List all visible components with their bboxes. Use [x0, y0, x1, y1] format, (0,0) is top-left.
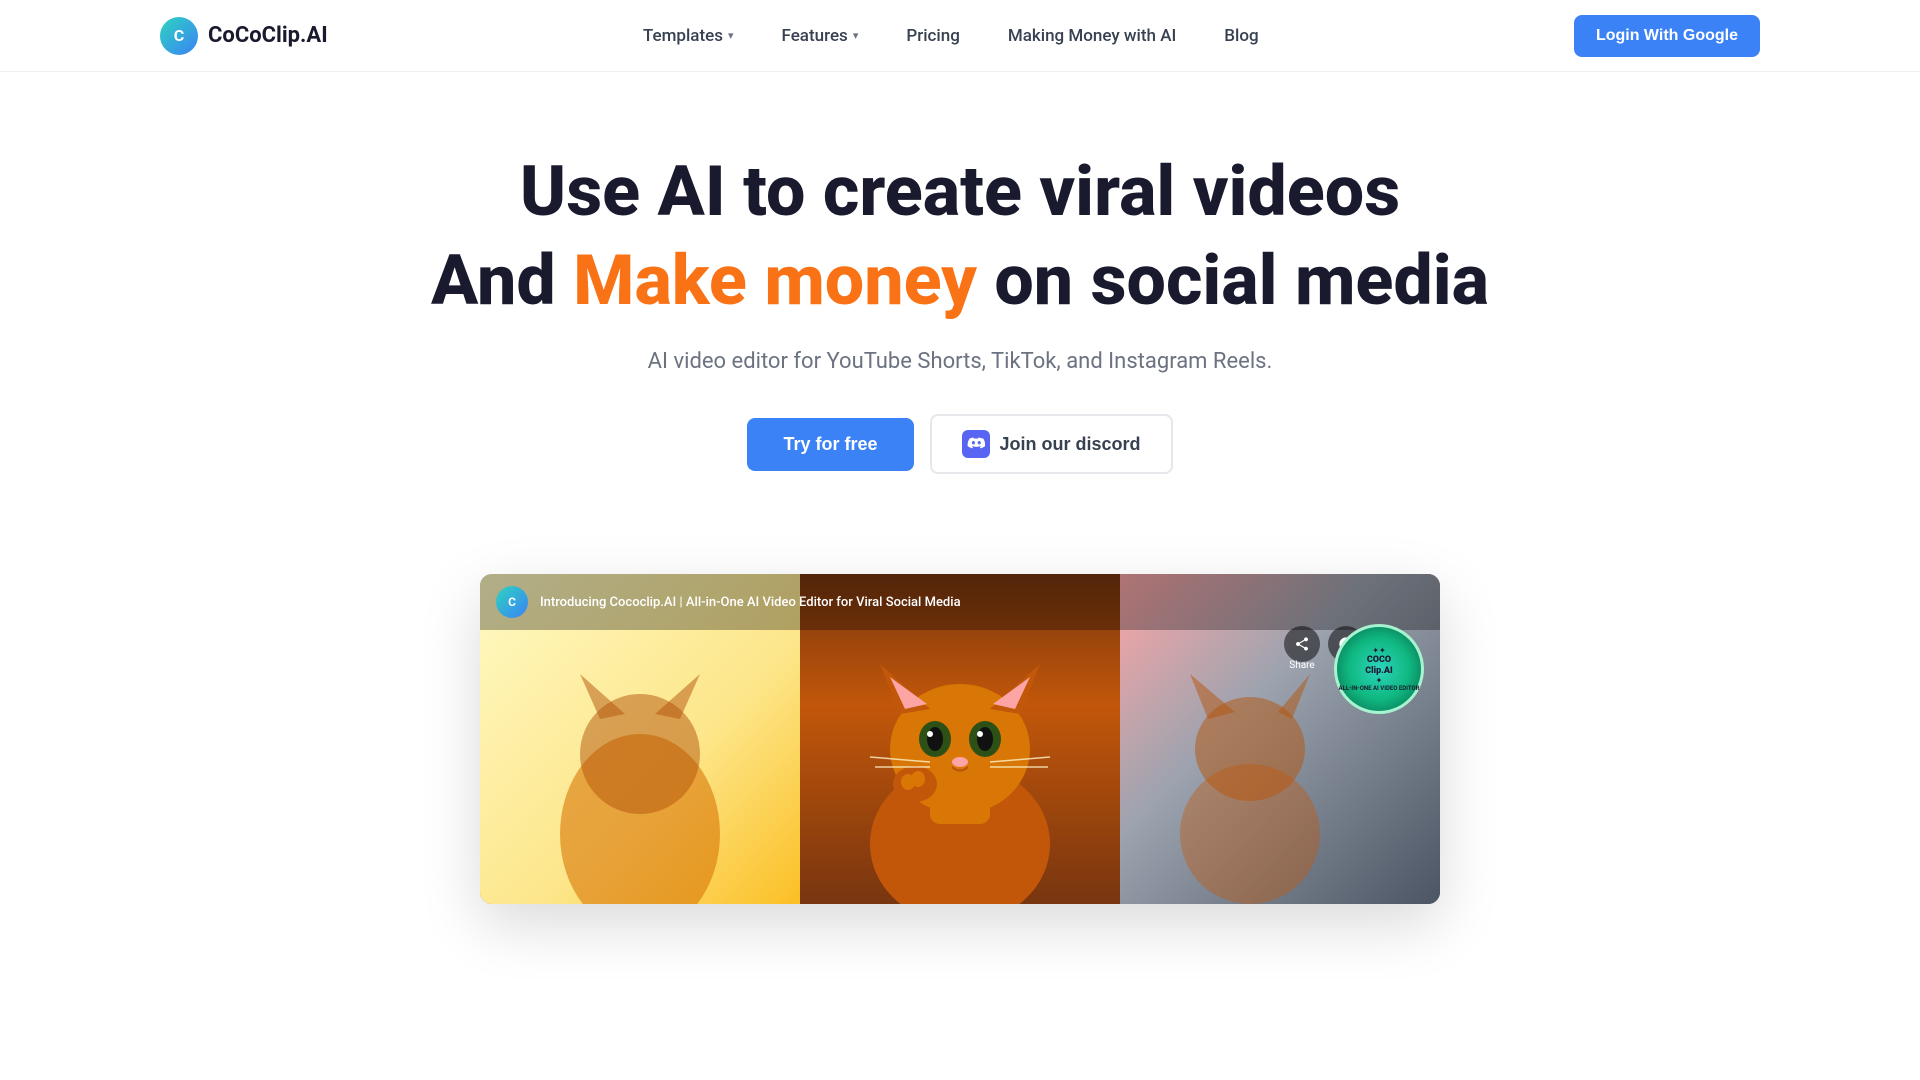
hero-title-prefix: And	[431, 240, 573, 322]
chevron-down-icon: ▾	[853, 29, 859, 42]
video-section: C Introducing Cococlip.AI | All-in-One A…	[0, 534, 1920, 904]
share-label: Share	[1289, 660, 1314, 671]
hero-title-suffix: on social media	[977, 240, 1489, 322]
discord-btn-label: Join our discord	[1000, 434, 1141, 455]
nav-item-pricing[interactable]: Pricing	[906, 26, 960, 46]
video-title-text: Introducing Cococlip.AI | All-in-One AI …	[540, 595, 961, 610]
discord-icon	[962, 430, 990, 458]
watermark-stars: ✦✦	[1372, 646, 1385, 655]
share-button[interactable]: Share	[1284, 626, 1320, 671]
logo-icon: C	[160, 17, 198, 55]
nav-link-making-money[interactable]: Making Money with AI	[1008, 26, 1176, 46]
video-container[interactable]: C Introducing Cococlip.AI | All-in-One A…	[480, 574, 1440, 904]
share-icon[interactable]	[1284, 626, 1320, 662]
nav-item-templates[interactable]: Templates ▾	[643, 26, 734, 46]
video-watermark: ✦✦ COCO Clip.AI ✦ ALL-IN-ONE AI VIDEO ED…	[1334, 624, 1424, 714]
hero-buttons: Try for free Join our discord	[747, 414, 1172, 474]
nav-item-blog[interactable]: Blog	[1224, 26, 1258, 46]
logo[interactable]: C CoCoClip.AI	[160, 17, 328, 55]
watermark-stars2: ✦	[1376, 676, 1383, 685]
nav-item-features[interactable]: Features ▾	[782, 26, 859, 46]
nav-link-templates[interactable]: Templates ▾	[643, 26, 734, 46]
hero-title-line1: Use AI to create viral videos	[520, 152, 1400, 233]
nav-link-blog[interactable]: Blog	[1224, 26, 1258, 46]
nav-link-pricing[interactable]: Pricing	[906, 26, 960, 46]
join-discord-button[interactable]: Join our discord	[930, 414, 1173, 474]
logo-text: CoCoClip.AI	[208, 23, 328, 48]
watermark-tagline: ALL-IN-ONE AI VIDEO EDITOR	[1339, 685, 1420, 692]
nav-links: Templates ▾ Features ▾ Pricing Making Mo…	[643, 26, 1259, 46]
hero-subtitle: AI video editor for YouTube Shorts, TikT…	[648, 349, 1273, 374]
video-topbar: C Introducing Cococlip.AI | All-in-One A…	[480, 574, 1440, 630]
watermark-clip: Clip.AI	[1365, 666, 1393, 677]
watermark-coco: COCO	[1367, 655, 1391, 666]
hero-section: Use AI to create viral videos And Make m…	[0, 72, 1920, 534]
hero-title-highlight: Make money	[573, 240, 977, 322]
nav-link-features[interactable]: Features ▾	[782, 26, 859, 46]
login-with-google-button[interactable]: Login With Google	[1574, 15, 1760, 57]
chevron-down-icon: ▾	[728, 29, 734, 42]
navbar: C CoCoClip.AI Templates ▾ Features ▾ Pri…	[0, 0, 1920, 72]
try-for-free-button[interactable]: Try for free	[747, 418, 913, 471]
hero-title-line2: And Make money on social media	[431, 241, 1489, 322]
nav-item-making-money[interactable]: Making Money with AI	[1008, 26, 1176, 46]
video-channel-icon: C	[496, 586, 528, 618]
